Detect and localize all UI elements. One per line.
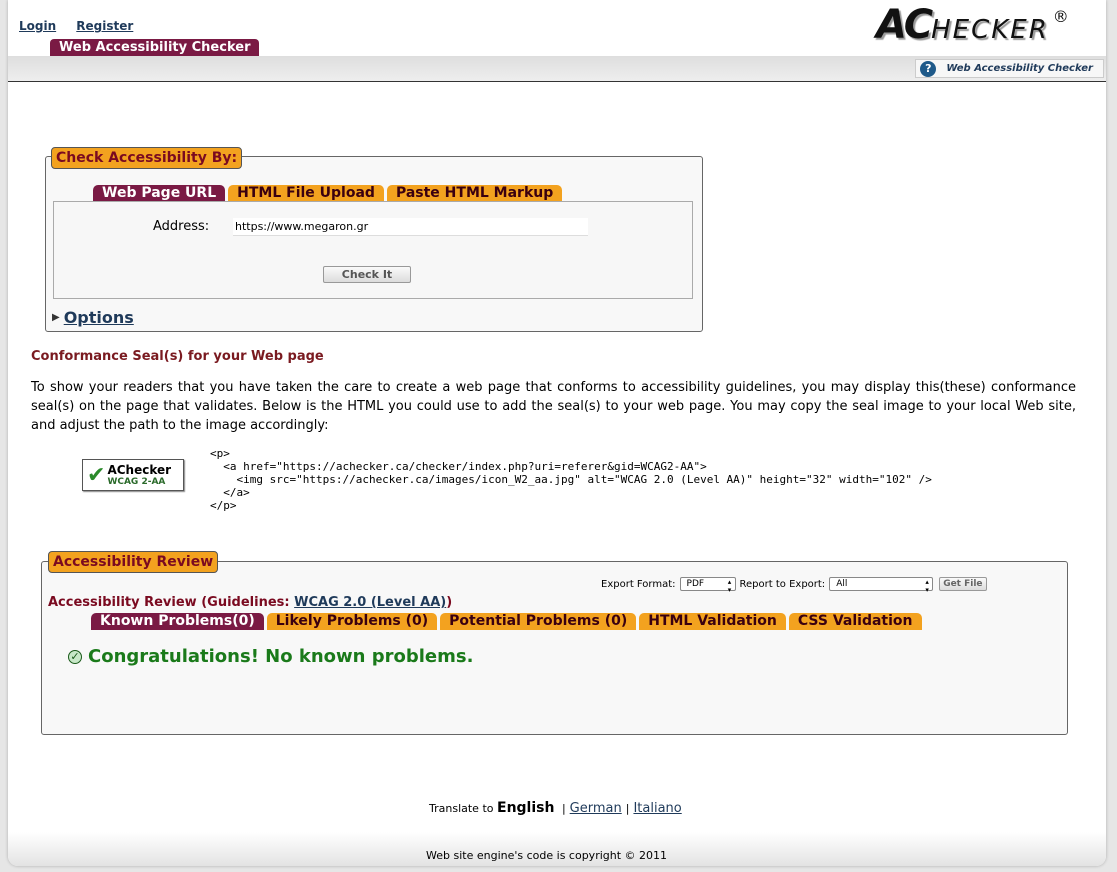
check-accessibility-legend: Check Accessibility By: <box>51 147 243 169</box>
congratulations-message: ✓ Congratulations! No known problems. <box>68 646 473 667</box>
tab-html-file-upload[interactable]: HTML File Upload <box>228 185 384 202</box>
translate-label: Translate to <box>429 802 494 815</box>
help-label: Web Accessibility Checker <box>946 63 1093 74</box>
seal-description: To show your readers that you have taken… <box>31 380 1076 433</box>
guideline-link[interactable]: WCAG 2.0 (Level AA) <box>294 595 446 610</box>
tab-known-problems[interactable]: Known Problems(0) <box>91 613 264 630</box>
review-title-prefix: Accessibility Review (Guidelines: <box>48 595 295 610</box>
login-link[interactable]: Login <box>19 19 56 33</box>
congratulations-text: Congratulations! No known problems. <box>88 646 474 667</box>
site-title-tab[interactable]: Web Accessibility Checker <box>50 39 260 56</box>
separator: | <box>625 802 630 815</box>
tab-css-validation[interactable]: CSS Validation <box>788 613 922 630</box>
export-controls: Export Format: PDF Report to Export: All… <box>601 577 987 594</box>
wcag-seal-badge: ✔ AChecker WCAG 2-AA <box>82 459 184 491</box>
language-german-link[interactable]: German <box>570 801 622 816</box>
language-italiano-link[interactable]: Italiano <box>633 801 681 816</box>
report-to-export-select[interactable]: All <box>829 577 934 594</box>
checkmark-icon: ✔ <box>87 462 106 488</box>
review-title-suffix: ) <box>446 595 453 610</box>
accessibility-review-panel: Accessibility Review Accessibility Revie… <box>41 551 1068 735</box>
logo-text-rest: HECKER <box>931 15 1049 45</box>
tab-web-page-url[interactable]: Web Page URL <box>93 185 226 202</box>
registered-mark: ® <box>1052 7 1069 26</box>
page: Login Register ACHECKER ® Web Accessibili… <box>8 0 1106 866</box>
tab-paste-html-markup[interactable]: Paste HTML Markup <box>386 185 563 202</box>
tab-html-validation[interactable]: HTML Validation <box>639 613 786 630</box>
review-tabs: Known Problems(0) Likely Problems (0) Po… <box>91 613 925 630</box>
tab-potential-problems[interactable]: Potential Problems (0) <box>440 613 637 630</box>
triangle-right-icon: ▶ <box>52 312 60 323</box>
account-links: Login Register <box>19 19 149 34</box>
seal-heading: Conformance Seal(s) for your Web page <box>31 349 324 364</box>
report-to-export-label: Report to Export: <box>739 578 826 590</box>
check-it-button[interactable]: Check It <box>323 266 411 283</box>
url-form: Address: Check It <box>53 201 693 299</box>
options-toggle[interactable]: ▶ Options <box>52 308 134 327</box>
current-language: English <box>497 800 555 816</box>
accessibility-review-legend: Accessibility Review <box>48 551 219 573</box>
seal-badge-level: WCAG 2-AA <box>107 477 166 487</box>
options-label: Options <box>63 308 134 327</box>
help-link[interactable]: ? Web Accessibility Checker <box>915 59 1104 78</box>
seal-badge-text: AChecker WCAG 2-AA <box>107 463 171 487</box>
address-input[interactable] <box>233 218 588 236</box>
language-switcher: Translate to English | German | Italiano <box>429 800 682 816</box>
separator: | <box>561 802 566 815</box>
check-accessibility-panel: Check Accessibility By: Web Page URL HTM… <box>45 147 703 332</box>
logo-text-first: AC <box>876 2 933 48</box>
achecker-logo: ACHECKER ® <box>876 2 1076 48</box>
question-icon: ? <box>920 60 937 77</box>
copyright-text: Web site engine's code is copyright © 20… <box>426 849 668 862</box>
export-format-label: Export Format: <box>601 578 676 590</box>
seal-html-code: <p> <a href="https://achecker.ca/checker… <box>210 447 932 512</box>
tab-likely-problems[interactable]: Likely Problems (0) <box>266 613 438 630</box>
input-method-tabs: Web Page URL HTML File Upload Paste HTML… <box>93 185 565 202</box>
seal-badge-title: AChecker <box>107 463 172 477</box>
get-file-button[interactable]: Get File <box>939 577 987 591</box>
register-link[interactable]: Register <box>76 19 133 33</box>
navigation-bar: ? Web Accessibility Checker <box>8 56 1106 82</box>
check-circle-icon: ✓ <box>68 649 82 664</box>
address-label: Address: <box>153 219 210 234</box>
review-title: Accessibility Review (Guidelines: WCAG 2… <box>48 595 452 610</box>
export-format-select[interactable]: PDF <box>679 577 736 594</box>
